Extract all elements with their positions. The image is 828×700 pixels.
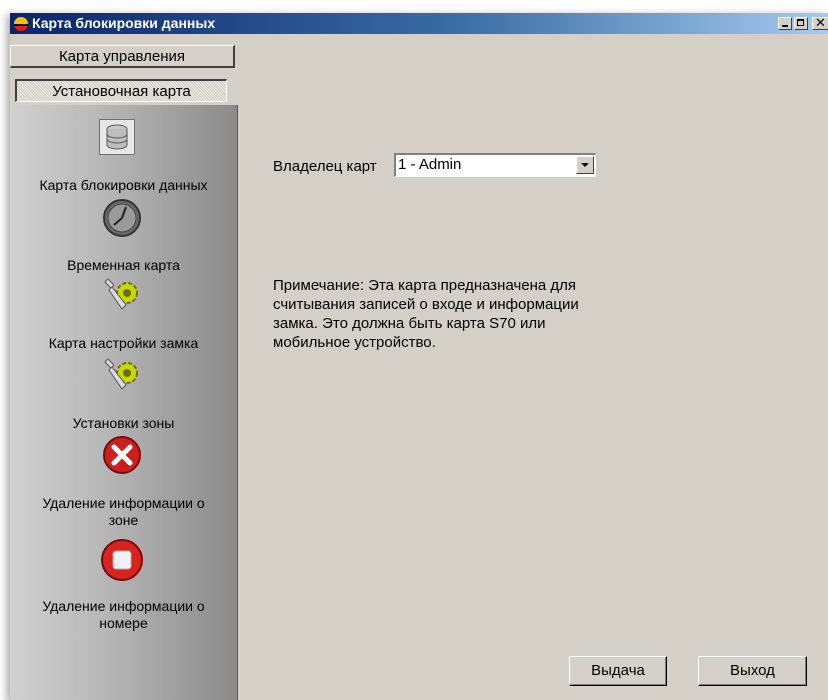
sidebar-item-label: Карта настройки замка [48, 335, 199, 351]
exit-button[interactable]: Выход [698, 656, 807, 686]
note-line: замка. Это должна быть карта S70 или [273, 315, 546, 332]
maximize-button[interactable] [794, 17, 808, 30]
sidebar-item-label: Установки зоны [72, 415, 175, 431]
window-title: Карта блокировки данных [32, 15, 216, 31]
note-line: мобильное устройство. [273, 334, 436, 351]
wrench-gear-icon [104, 358, 138, 390]
sidebar-item-label: Удаление информации о [42, 495, 205, 511]
main-panel: Владелец карт 1 - Admin Примечание: Эта … [238, 34, 828, 700]
clock-icon [103, 199, 141, 237]
minimize-button[interactable] [778, 17, 792, 30]
close-icon: ✕ [815, 15, 826, 30]
app-window: Карта блокировки данных ✕ Карта управлен… [10, 13, 828, 700]
owner-select[interactable]: 1 - Admin [394, 153, 596, 177]
sidebar-item-label: Карта блокировки данных [39, 177, 208, 193]
owner-label: Владелец карт [273, 158, 377, 175]
wrench-gear-icon [104, 278, 138, 310]
stop-icon [101, 539, 143, 581]
app-logo-icon [14, 17, 28, 31]
sidebar-item-label: Временная карта [67, 257, 180, 273]
owner-select-value: 1 - Admin [398, 156, 462, 173]
close-button[interactable]: ✕ [812, 15, 828, 30]
note-line: считывания записей о входе и информации [273, 296, 579, 313]
database-icon [99, 119, 135, 155]
sidebar-item-label: номере [99, 615, 148, 631]
delete-x-icon [103, 436, 141, 474]
tab-control-card[interactable]: Карта управления [10, 45, 235, 68]
tab-setup-card[interactable]: Установочная карта [15, 79, 227, 102]
issue-button[interactable]: Выдача [569, 656, 667, 686]
note-line: Примечание: Эта карта предназначена для [273, 277, 577, 294]
sidebar-item-label: Удаление информации о [42, 598, 205, 614]
sidebar: Карта блокировки данных Временная карта … [10, 105, 238, 700]
chevron-down-icon[interactable] [576, 156, 594, 174]
note-text: Примечание: Эта карта предназначена для … [273, 276, 673, 352]
title-bar[interactable]: Карта блокировки данных ✕ [10, 13, 828, 34]
sidebar-item-label: зоне [108, 512, 139, 528]
